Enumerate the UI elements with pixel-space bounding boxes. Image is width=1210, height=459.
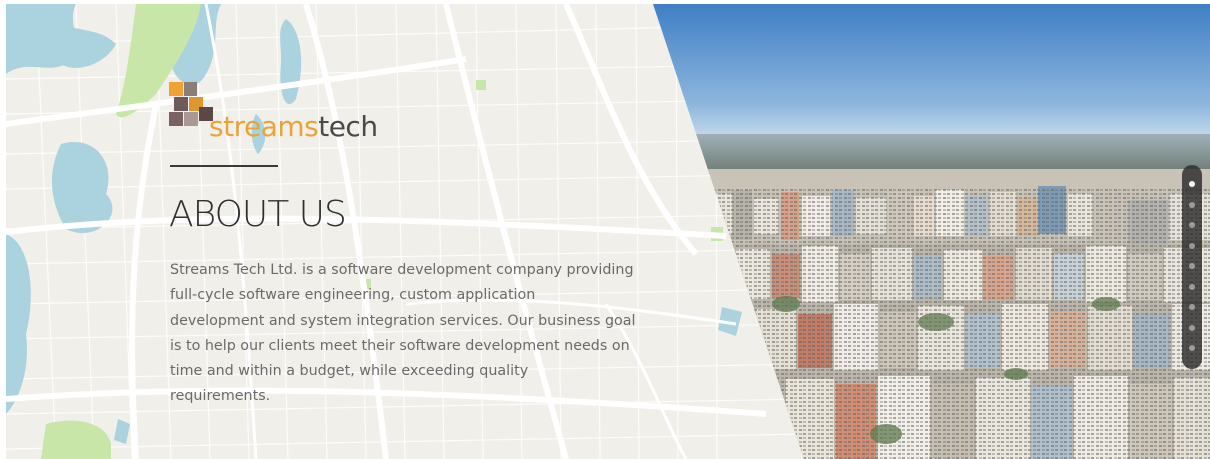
slide-dot-navigation <box>1182 165 1202 369</box>
description-line: time and within a budget, while exceedin… <box>170 363 529 380</box>
slide-dot-5[interactable] <box>1189 263 1195 269</box>
streamstech-logo[interactable]: streamstech <box>169 82 379 142</box>
description-line: full-cycle software engineering, custom … <box>170 287 536 304</box>
description-line: Streams Tech Ltd. is a software developm… <box>170 262 634 278</box>
description-line: development and system integration servi… <box>170 312 636 329</box>
svg-text:streamstech: streamstech <box>209 110 378 142</box>
logo-text-tech: tech <box>318 110 377 142</box>
slide-dot-2[interactable] <box>1189 201 1195 208</box>
slide-dot-6[interactable] <box>1189 283 1195 290</box>
logo-text-streams: streams <box>209 110 318 142</box>
slide-dot-9[interactable] <box>1189 345 1195 351</box>
page-title: ABOUT US <box>169 194 347 235</box>
about-section: streamstech ABOUT US Streams Tech Ltd. i… <box>6 4 1210 459</box>
about-description: Streams Tech Ltd. is a software developm… <box>170 258 690 410</box>
slide-dot-7[interactable] <box>1189 304 1195 310</box>
description-line: is to help our clients meet their softwa… <box>170 337 630 354</box>
checker-squares-icon <box>169 82 213 126</box>
slide-dot-1[interactable] <box>1189 181 1195 187</box>
title-divider <box>170 165 278 167</box>
slide-dot-3[interactable] <box>1189 222 1195 228</box>
slide-dot-4[interactable] <box>1189 242 1195 249</box>
slide-dot-8[interactable] <box>1189 324 1195 331</box>
page: streamstech ABOUT US Streams Tech Ltd. i… <box>0 0 1210 459</box>
description-line: requirements. <box>170 388 271 405</box>
